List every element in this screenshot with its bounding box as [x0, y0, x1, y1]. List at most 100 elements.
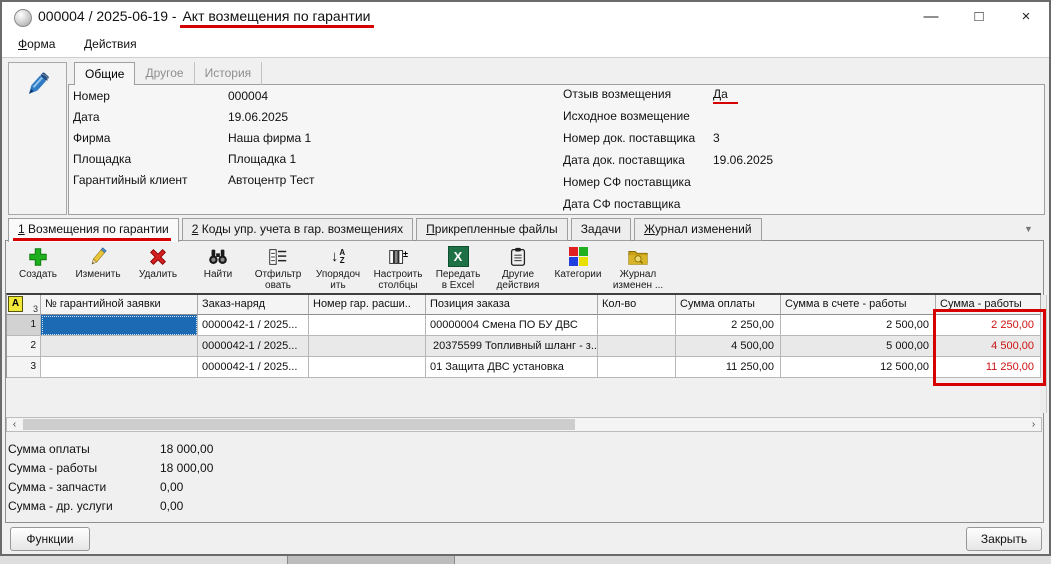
row-number[interactable]: 2: [7, 336, 41, 357]
field-nomer-dok-value[interactable]: 3: [713, 131, 720, 145]
cell-position[interactable]: 00000004 Смена ПО БУ ДВС: [426, 315, 598, 336]
cell-qty[interactable]: [598, 336, 676, 357]
pen-icon: [20, 68, 54, 102]
cell-qty[interactable]: [598, 357, 676, 378]
cell-position[interactable]: 20375599 Топливный шланг - з...: [426, 336, 598, 357]
filter-button-label2: овать: [252, 280, 304, 291]
tab-attached-files[interactable]: Прикрепленные файлы: [416, 218, 568, 241]
cell-payment[interactable]: 4 500,00: [676, 336, 781, 357]
field-garantiyny-klient-value[interactable]: Автоцентр Тест: [228, 173, 315, 187]
field-data-dok: Дата док. поставщика 19.06.2025: [563, 153, 1033, 170]
menu-forma[interactable]: Форма: [18, 37, 55, 51]
field-ishodnoe: Исходное возмещение: [563, 109, 1033, 126]
cell-ext[interactable]: [309, 357, 426, 378]
cell-invoice-works[interactable]: 5 000,00: [781, 336, 936, 357]
cell-claim[interactable]: [41, 336, 198, 357]
cell-order[interactable]: 0000042-1 / 2025...: [198, 336, 309, 357]
total-parts: Сумма - запчасти0,00: [8, 480, 408, 496]
col-header-works[interactable]: Сумма - работы: [936, 295, 1041, 315]
field-data-value[interactable]: 19.06.2025: [228, 110, 288, 124]
scroll-left-arrow-icon[interactable]: ‹: [7, 418, 22, 431]
categories-button[interactable]: Категории: [548, 243, 608, 280]
tab-warranty-reimbursements[interactable]: 1 Возмещения по гарантии: [8, 218, 179, 242]
tab-istoriya[interactable]: История: [195, 62, 263, 85]
close-button[interactable]: ×: [1010, 4, 1042, 30]
field-nomer-label: Номер: [73, 89, 110, 103]
cell-ext[interactable]: [309, 336, 426, 357]
svg-text:±: ±: [403, 249, 408, 259]
create-button[interactable]: Создать: [8, 243, 68, 280]
menu-deystviya[interactable]: Действия: [84, 37, 137, 51]
background-window-segment: [287, 556, 455, 564]
cell-claim[interactable]: [41, 315, 198, 336]
scrollbar-thumb[interactable]: [23, 419, 575, 430]
find-button[interactable]: Найти: [188, 243, 248, 280]
tab-tasks-rest: Задачи: [581, 222, 621, 236]
sort-button-label1: Упорядоч: [312, 269, 364, 280]
cell-ext[interactable]: [309, 315, 426, 336]
col-header-ext-warranty[interactable]: Номер гар. расши..: [309, 295, 426, 315]
maximize-button[interactable]: □: [963, 4, 995, 30]
row-number[interactable]: 3: [7, 357, 41, 378]
cell-payment[interactable]: 11 250,00: [676, 357, 781, 378]
field-firma-value[interactable]: Наша фирма 1: [228, 131, 311, 145]
tab-tasks[interactable]: Задачи: [571, 218, 631, 241]
cell-works[interactable]: 2 250,00: [936, 315, 1041, 336]
menu-deystviya-rest: ействия: [92, 37, 136, 51]
sort-az-icon: ↓AZ: [312, 244, 364, 269]
col-header-payment[interactable]: Сумма оплаты: [676, 295, 781, 315]
tab-obschie[interactable]: Общие: [74, 62, 135, 85]
field-nomer-sf-label: Номер СФ поставщика: [563, 175, 691, 189]
export-excel-button[interactable]: X Передать в Excel: [428, 243, 488, 291]
row-number[interactable]: 1: [7, 315, 41, 336]
cell-invoice-works[interactable]: 2 500,00: [781, 315, 936, 336]
field-nomer-value[interactable]: 000004: [228, 89, 268, 103]
col-header-claim[interactable]: № гарантийной заявки: [41, 295, 198, 315]
cell-order[interactable]: 0000042-1 / 2025...: [198, 357, 309, 378]
delete-button[interactable]: Удалить: [128, 243, 188, 280]
tab-mgmt-accounting-codes[interactable]: 2 Коды упр. учета в гар. возмещениях: [182, 218, 413, 241]
filter-button[interactable]: Отфильтр овать: [248, 243, 308, 291]
field-data-dok-label: Дата док. поставщика: [563, 153, 685, 167]
total-other-services: Сумма - др. услуги0,00: [8, 499, 408, 515]
edit-button[interactable]: Изменить: [68, 243, 128, 280]
scroll-right-arrow-icon[interactable]: ›: [1026, 418, 1041, 431]
tab-drugoe[interactable]: Другое: [135, 62, 194, 85]
functions-button[interactable]: Функции: [10, 527, 90, 551]
minimize-button[interactable]: —: [915, 4, 947, 30]
more-actions-button[interactable]: Другие действия: [488, 243, 548, 291]
find-button-label: Найти: [192, 269, 244, 280]
field-data-dok-value[interactable]: 19.06.2025: [713, 153, 773, 167]
more-actions-label2: действия: [492, 280, 544, 291]
horizontal-scrollbar[interactable]: ‹ ›: [6, 417, 1042, 432]
cell-works[interactable]: 4 500,00: [936, 336, 1041, 357]
tab-overflow-chevron-icon[interactable]: ▼: [1024, 224, 1033, 234]
table-corner-cell[interactable]: A3: [7, 295, 41, 315]
export-excel-label2: в Excel: [432, 280, 484, 291]
cell-works[interactable]: 11 250,00: [936, 357, 1041, 378]
col-header-qty[interactable]: Кол-во: [598, 295, 676, 315]
cell-claim[interactable]: [41, 357, 198, 378]
cell-qty[interactable]: [598, 315, 676, 336]
close-dialog-button[interactable]: Закрыть: [966, 527, 1042, 551]
background-window-strip: [0, 556, 1051, 564]
tab-change-journal[interactable]: Журнал изменений: [634, 218, 762, 241]
tab-attached-files-accel: П: [426, 222, 435, 236]
cell-order[interactable]: 0000042-1 / 2025...: [198, 315, 309, 336]
cell-invoice-works[interactable]: 12 500,00: [781, 357, 936, 378]
field-otzyv: Отзыв возмещенияДа: [563, 87, 1033, 104]
field-ploschadka-value[interactable]: Площадка 1: [228, 152, 296, 166]
configure-columns-button[interactable]: ± Настроить столбцы: [368, 243, 428, 291]
cell-payment[interactable]: 2 250,00: [676, 315, 781, 336]
delete-button-label: Удалить: [132, 269, 184, 280]
col-header-order[interactable]: Заказ-наряд: [198, 295, 309, 315]
field-otzyv-value[interactable]: Да: [713, 87, 738, 104]
cell-position[interactable]: 01 Защита ДВС установка: [426, 357, 598, 378]
detail-tab-strip: 1 Возмещения по гарантии 2 Коды упр. уче…: [8, 218, 762, 242]
col-header-invoice-works[interactable]: Сумма в счете - работы: [781, 295, 936, 315]
vertical-scrollbar[interactable]: [1040, 295, 1047, 413]
sort-button[interactable]: ↓AZ Упорядоч ить: [308, 243, 368, 291]
change-log-button[interactable]: Журнал изменен ...: [608, 243, 668, 291]
col-header-position[interactable]: Позиция заказа: [426, 295, 598, 315]
create-button-label: Создать: [12, 269, 64, 280]
